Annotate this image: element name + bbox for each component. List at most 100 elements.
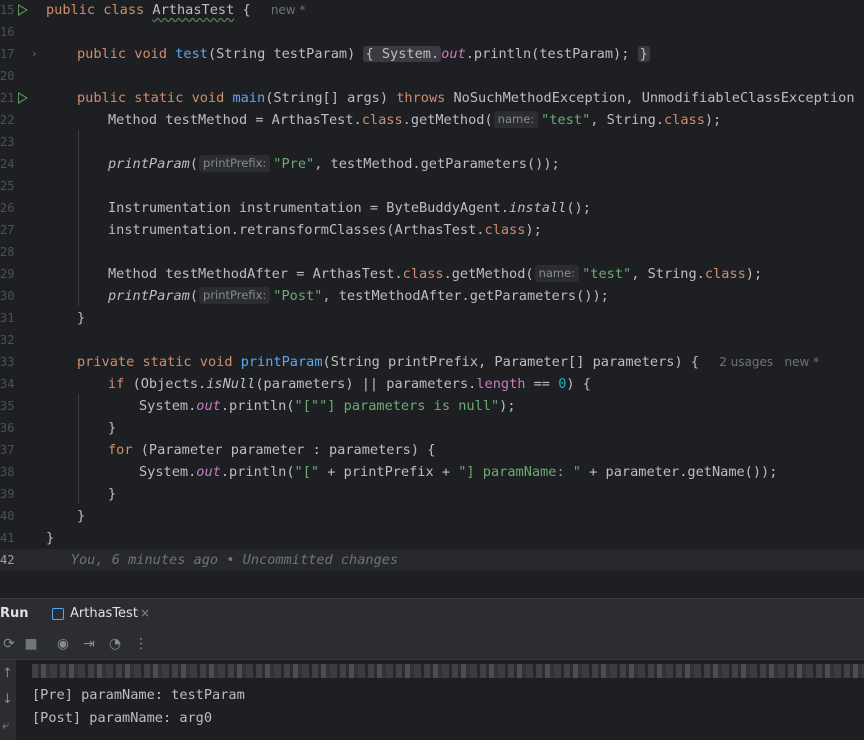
code-text: System.out.println("[""] parameters is n… xyxy=(139,395,516,417)
code-line[interactable]: 37 for (Parameter parameter : parameters)… xyxy=(0,439,864,461)
code-token: (Parameter parameter : parameters) { xyxy=(140,442,436,458)
line-number: 22 xyxy=(0,113,15,127)
code-line[interactable]: 15 public class ArthasTest { new * xyxy=(0,0,864,21)
keyword-token: public void xyxy=(77,46,176,62)
code-text: } xyxy=(77,505,85,527)
code-token: .println( xyxy=(220,464,295,480)
code-vision-hint: 2 usages new * xyxy=(719,355,820,369)
keyword-token: class xyxy=(402,266,444,282)
stop-icon[interactable]: ■ xyxy=(22,635,40,653)
run-panel-title: Run xyxy=(0,606,29,621)
code-token: == xyxy=(525,376,559,392)
code-vision-hint: new * xyxy=(270,3,306,17)
more-icon[interactable]: ⋮ xyxy=(132,635,150,653)
scroll-up-icon[interactable]: ↑ xyxy=(2,666,13,681)
code-token: } xyxy=(77,508,86,524)
console-output[interactable]: [Pre] paramName: testParam [Post] paramN… xyxy=(0,660,864,740)
code-line[interactable]: 21 public static void main(String[] args)… xyxy=(0,87,864,109)
code-token: ); xyxy=(745,266,763,282)
code-token: System. xyxy=(139,398,197,414)
code-line[interactable]: 17 › public void test(String testParam) { … xyxy=(0,43,864,65)
static-method-token: printParam xyxy=(108,288,190,304)
rerun-icon[interactable]: ⟳ xyxy=(0,635,18,653)
line-number: 40 xyxy=(0,509,15,523)
folded-region-end: } xyxy=(637,46,650,62)
line-number: 36 xyxy=(0,421,15,435)
blurred-command-line xyxy=(32,664,864,678)
keyword-token: class xyxy=(361,112,403,128)
code-token: System. xyxy=(139,464,197,480)
code-line[interactable]: 25 xyxy=(0,175,864,197)
code-line[interactable]: 22 Method testMethod = ArthasTest.class.g… xyxy=(0,109,864,131)
line-number: 41 xyxy=(0,531,15,545)
code-line[interactable]: 23 xyxy=(0,131,864,153)
code-editor[interactable]: 15 public class ArthasTest { new * 16 17 › pu… xyxy=(0,0,864,598)
line-number: 28 xyxy=(0,245,15,259)
code-line[interactable]: 30 printParam(printPrefix: "Post", testMet… xyxy=(0,285,864,307)
code-line[interactable]: 24 printParam(printPrefix: "Pre", testMeth… xyxy=(0,153,864,175)
line-number: 30 xyxy=(0,289,15,303)
gauge-icon[interactable]: ◔ xyxy=(106,635,124,653)
code-line[interactable]: 33 private static void printParam(String … xyxy=(0,351,864,373)
code-line[interactable]: 16 xyxy=(0,21,864,43)
code-line[interactable]: 20 xyxy=(0,65,864,87)
code-line[interactable]: 40} xyxy=(0,505,864,527)
code-token: .println( xyxy=(220,398,295,414)
code-line[interactable]: 34 if (Objects.isNull(parameters) || para… xyxy=(0,373,864,395)
code-token: Instrumentation instrumentation = ByteBu… xyxy=(108,200,510,216)
code-token: NoSuchMethodException, UnmodifiableClass… xyxy=(453,90,864,106)
code-token: (String[] args) xyxy=(265,90,397,106)
close-icon[interactable]: × xyxy=(140,606,150,620)
code-text: } xyxy=(77,307,85,329)
line-number: 21 xyxy=(0,91,15,105)
parameter-hint: name: xyxy=(534,265,580,282)
code-line[interactable]: 32 xyxy=(0,329,864,351)
run-gutter-icon[interactable] xyxy=(18,4,28,16)
code-text: Instrumentation instrumentation = ByteBu… xyxy=(108,197,591,219)
code-token: ); xyxy=(499,398,516,414)
code-line[interactable]: 39} xyxy=(0,483,864,505)
line-number: 34 xyxy=(0,377,15,391)
line-number: 32 xyxy=(0,333,15,347)
string-literal: "test" xyxy=(582,266,632,282)
code-line[interactable]: 26 Instrumentation instrumentation = Byte… xyxy=(0,197,864,219)
code-line[interactable]: 36} xyxy=(0,417,864,439)
line-number: 20 xyxy=(0,69,15,83)
run-toolbar: ⟳ ■ ◉ ⇥ ◔ ⋮ xyxy=(0,629,864,660)
code-text: Method testMethodAfter = ArthasTest.clas… xyxy=(108,263,762,285)
code-token: ); xyxy=(525,222,542,238)
run-tab-label: ArthasTest xyxy=(70,606,138,621)
keyword-token: class xyxy=(704,266,746,282)
soft-wrap-icon[interactable]: ⤶ xyxy=(2,718,9,733)
code-line[interactable]: 35 System.out.println("[""] parameters is… xyxy=(0,395,864,417)
code-line[interactable]: 28 xyxy=(0,241,864,263)
code-token: .getMethod( xyxy=(402,112,493,128)
static-field-token: out xyxy=(196,464,221,480)
keyword-token: private static void xyxy=(77,354,241,370)
code-text: public class ArthasTest { new * xyxy=(46,0,305,21)
code-line[interactable]: 42 You, 6 minutes ago • Uncommitted chang… xyxy=(0,549,864,571)
line-number: 25 xyxy=(0,179,15,193)
run-config-icon xyxy=(52,608,64,620)
code-token: , String. xyxy=(631,266,705,282)
code-line[interactable]: 29 Method testMethodAfter = ArthasTest.cl… xyxy=(0,263,864,285)
line-number: 42 xyxy=(0,553,15,567)
code-token: + printPrefix + xyxy=(319,464,459,480)
keyword-token: class xyxy=(484,222,526,238)
run-gutter-icon[interactable] xyxy=(18,92,28,104)
exit-icon[interactable]: ⇥ xyxy=(80,635,98,653)
console-line: [Pre] paramName: testParam xyxy=(32,687,245,703)
fold-chevron-icon[interactable]: › xyxy=(31,43,38,65)
camera-icon[interactable]: ◉ xyxy=(54,635,72,653)
code-line[interactable]: 31} xyxy=(0,307,864,329)
scroll-down-icon[interactable]: ↓ xyxy=(2,692,13,707)
code-line[interactable]: 41} xyxy=(0,527,864,549)
keyword-token: public static void xyxy=(77,90,233,106)
code-line[interactable]: 27 instrumentation.retransformClasses(Art… xyxy=(0,219,864,241)
code-token: (); xyxy=(566,200,591,216)
run-tab-arthastest[interactable]: ArthasTest × xyxy=(46,599,156,631)
code-text: if (Objects.isNull(parameters) || parame… xyxy=(108,373,591,395)
code-line[interactable]: 38 System.out.println("[" + printPrefix +… xyxy=(0,461,864,483)
line-number: 35 xyxy=(0,399,15,413)
string-literal: "[" xyxy=(294,398,320,414)
